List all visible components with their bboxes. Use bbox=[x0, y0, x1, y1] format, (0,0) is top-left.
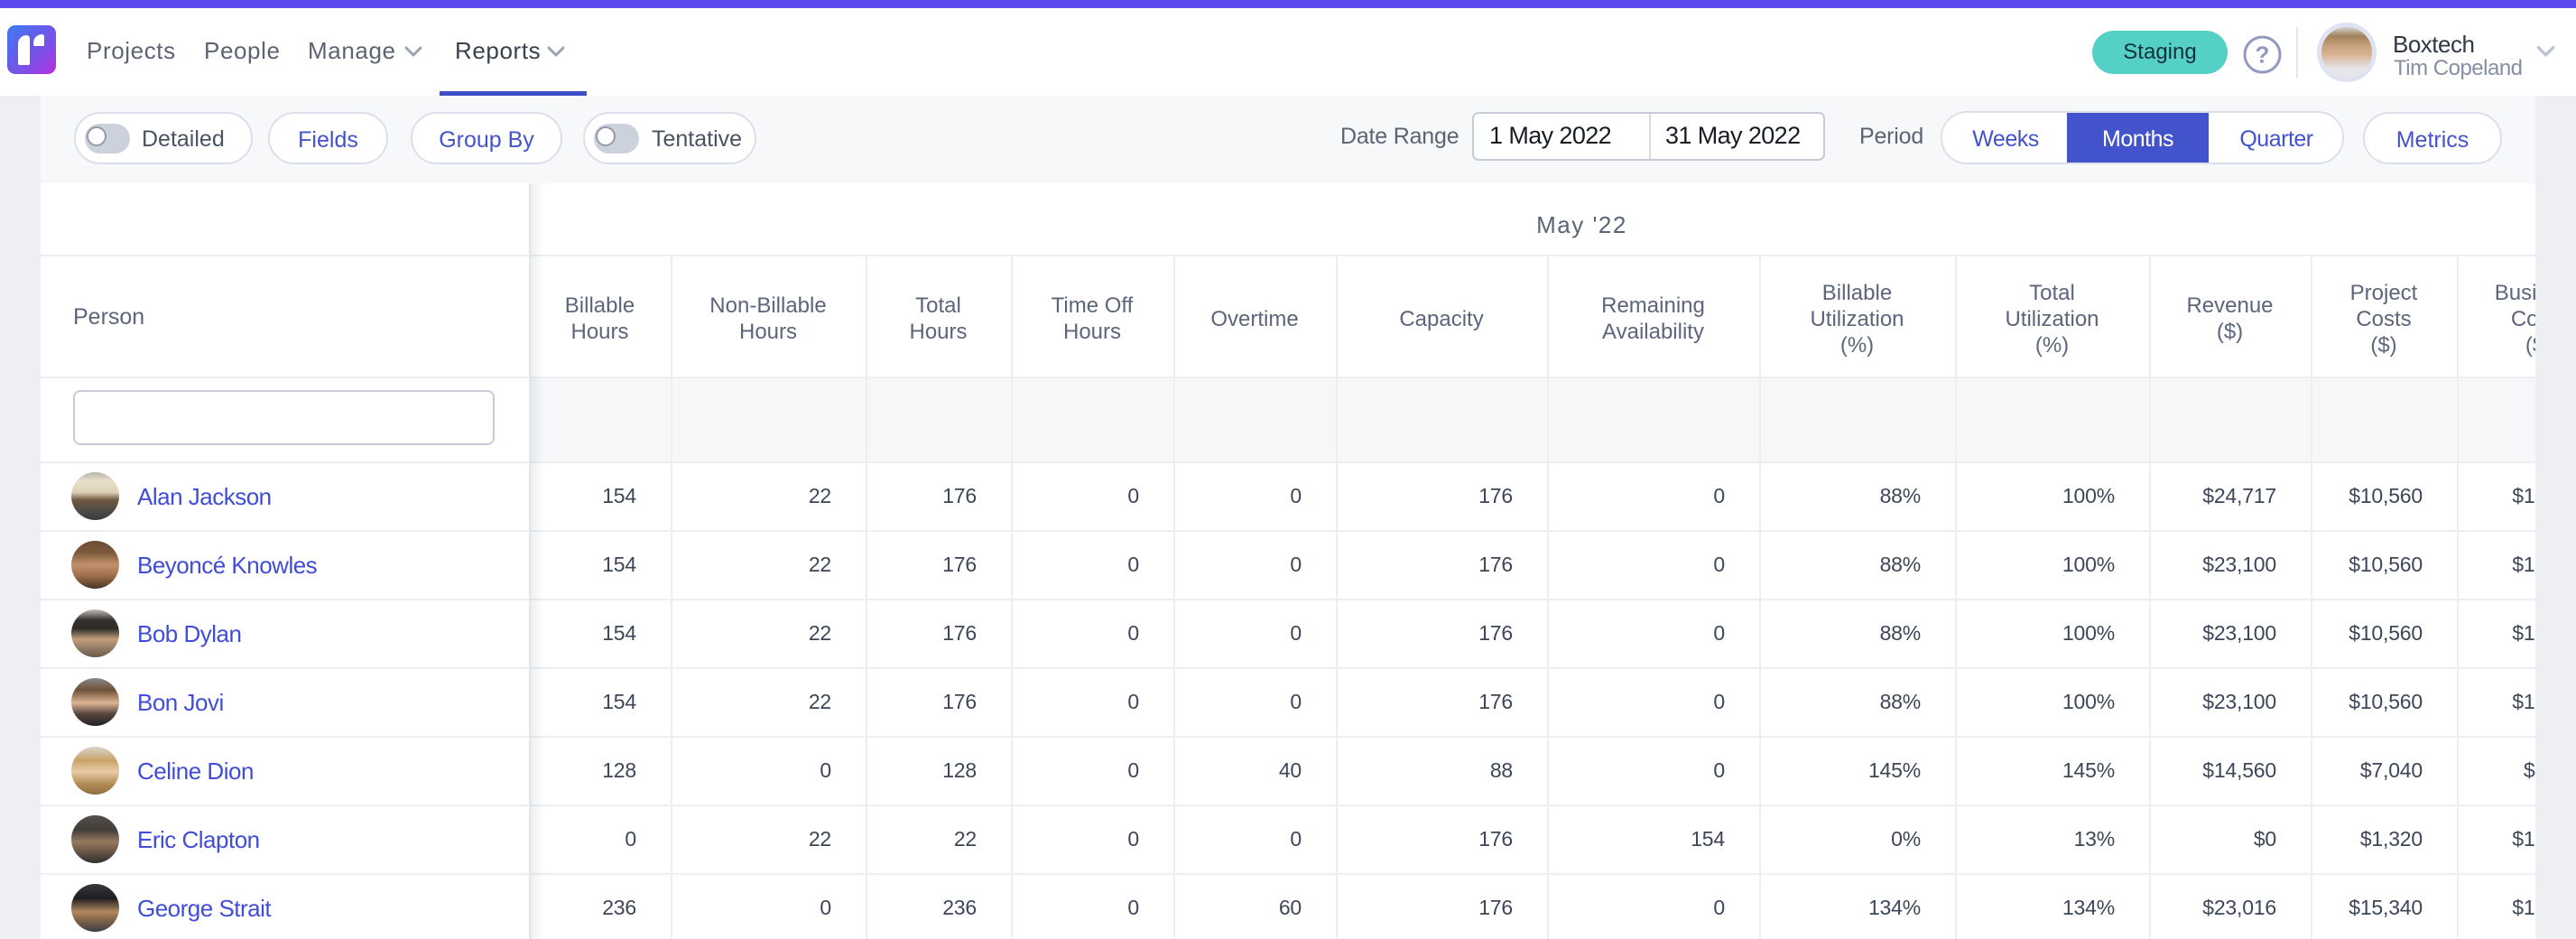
svg-text:?: ? bbox=[2256, 42, 2270, 69]
